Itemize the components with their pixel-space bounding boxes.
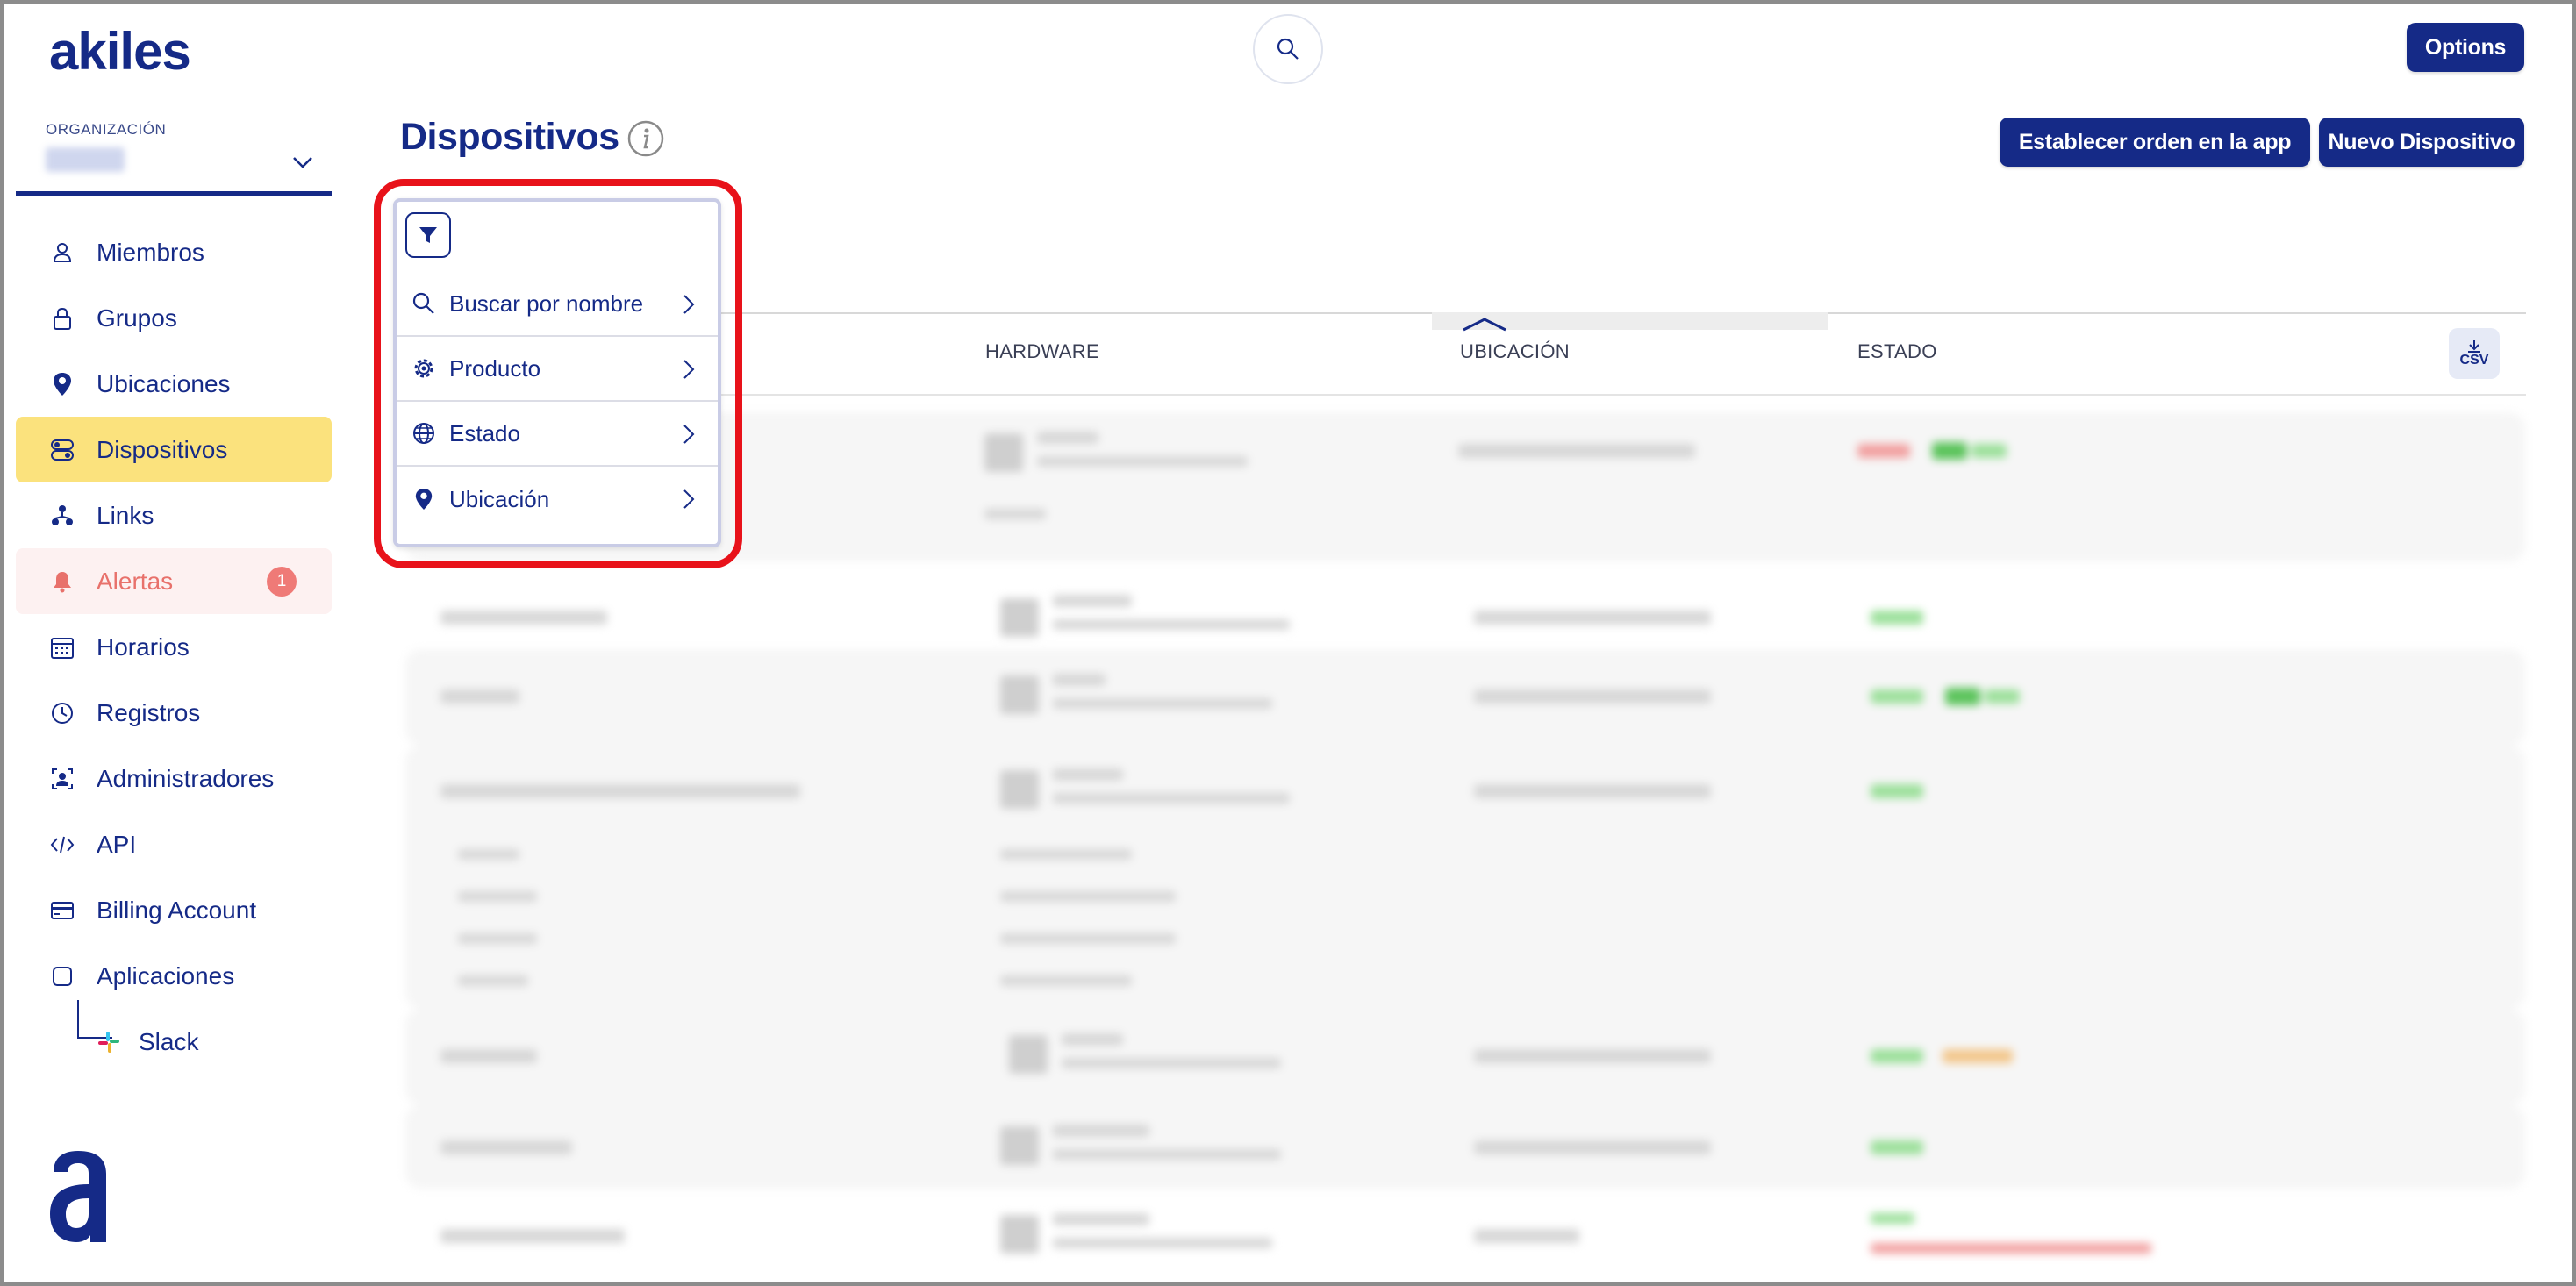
set-order-button[interactable]: Establecer orden en la app [2000,118,2310,167]
sidebar-item-label: Links [97,501,154,529]
organization-label: ORGANIZACIÓN [46,121,167,138]
gear-icon [411,355,437,382]
sidebar-item-label: Registros [97,698,201,726]
sidebar-item-ubicaciones[interactable]: Ubicaciones [16,351,332,417]
info-icon[interactable] [626,119,665,158]
square-icon [49,963,75,990]
table-row[interactable] [405,649,2525,746]
bell-icon [49,568,75,595]
table-row[interactable] [405,746,2525,1009]
sidebar-item-label: Ubicaciones [97,369,231,397]
code-icon [49,832,75,858]
sidebar-item-administradores[interactable]: Administradores [16,746,332,811]
location-pin-icon [411,486,437,512]
sidebar-nav: Miembros Grupos Ubicaciones Dispositivos… [16,219,332,1075]
chevron-right-icon [683,489,695,509]
page-title: Dispositivos [400,116,619,158]
sidebar-item-links[interactable]: Links [16,482,332,548]
table-row[interactable] [405,575,2525,654]
organization-underline [16,191,332,196]
column-header-estado[interactable]: ESTADO [1857,340,1937,363]
filter-option-buscar-por-nombre[interactable]: Buscar por nombre [397,272,718,337]
chevron-right-icon [683,295,695,314]
global-search-button[interactable] [1253,14,1323,84]
search-icon [411,290,437,317]
organization-value-blurred[interactable] [46,147,125,172]
sidebar-item-label: Administradores [97,764,275,792]
sidebar-item-label: Alertas [97,567,174,595]
sort-up-icon[interactable] [1460,314,1509,332]
search-icon [1277,38,1299,60]
filter-icon [419,227,437,243]
admin-icon [49,766,75,792]
sidebar-item-aplicaciones[interactable]: Aplicaciones [16,943,332,1009]
sidebar-item-label: API [97,830,137,858]
column-header-ubicacion[interactable]: UBICACIÓN [1460,340,1570,363]
akiles-a-mark-icon [50,1151,106,1242]
sidebar-item-label: Grupos [97,304,177,332]
filter-button[interactable] [405,212,451,258]
sidebar-item-registros[interactable]: Registros [16,680,332,746]
sidebar-item-label: Billing Account [97,896,257,924]
person-icon [49,239,75,266]
sidebar-subitem-label: Slack [139,1027,199,1055]
slack-icon [97,1030,121,1054]
options-button[interactable]: Options [2407,23,2524,72]
filter-option-label: Buscar por nombre [449,289,644,317]
filter-option-label: Ubicación [449,485,550,512]
table-row[interactable] [405,1009,2525,1105]
sidebar-item-label: Horarios [97,632,190,661]
column-header-hardware[interactable]: HARDWARE [985,340,1099,363]
sidebar-item-horarios[interactable]: Horarios [16,614,332,680]
filter-option-ubicacion[interactable]: Ubicación [397,467,718,532]
filter-popover: Buscar por nombre Producto Estado Ubicac… [393,198,721,547]
filter-option-estado[interactable]: Estado [397,402,718,467]
location-pin-icon [49,371,75,397]
clock-icon [49,700,75,726]
calendar-icon [49,634,75,661]
filter-option-producto[interactable]: Producto [397,337,718,402]
filter-option-label: Producto [449,354,541,382]
sidebar-item-billing-account[interactable]: Billing Account [16,877,332,943]
sidebar-item-grupos[interactable]: Grupos [16,285,332,351]
sidebar-item-dispositivos[interactable]: Dispositivos [16,417,332,482]
csv-export-button[interactable]: CSV [2449,328,2500,379]
sidebar-subitem-slack[interactable]: Slack [16,1000,332,1075]
csv-label: CSV [2459,353,2489,368]
sidebar-item-api[interactable]: API [16,811,332,877]
device-icon [49,437,75,463]
download-icon [2468,340,2480,353]
new-device-button[interactable]: Nuevo Dispositivo [2319,118,2524,167]
lock-icon [49,305,75,332]
chevron-right-icon [683,425,695,444]
filter-option-label: Estado [449,419,520,447]
chevron-down-icon[interactable] [290,149,316,175]
table-row[interactable] [405,1189,2525,1285]
sidebar-item-miembros[interactable]: Miembros [16,219,332,285]
chevron-right-icon [683,360,695,379]
sidebar-item-label: Aplicaciones [97,961,235,990]
card-icon [49,897,75,924]
alert-count-badge: 1 [267,566,297,597]
sidebar-item-label: Dispositivos [97,435,228,463]
sidebar-item-label: Miembros [97,238,204,266]
akiles-logo: akiles [49,22,191,81]
table-row[interactable] [405,1105,2525,1189]
sidebar-item-alertas[interactable]: Alertas 1 [16,548,332,614]
share-people-icon [49,503,75,529]
filter-menu: Buscar por nombre Producto Estado Ubicac… [397,272,718,532]
globe-icon [411,420,437,447]
